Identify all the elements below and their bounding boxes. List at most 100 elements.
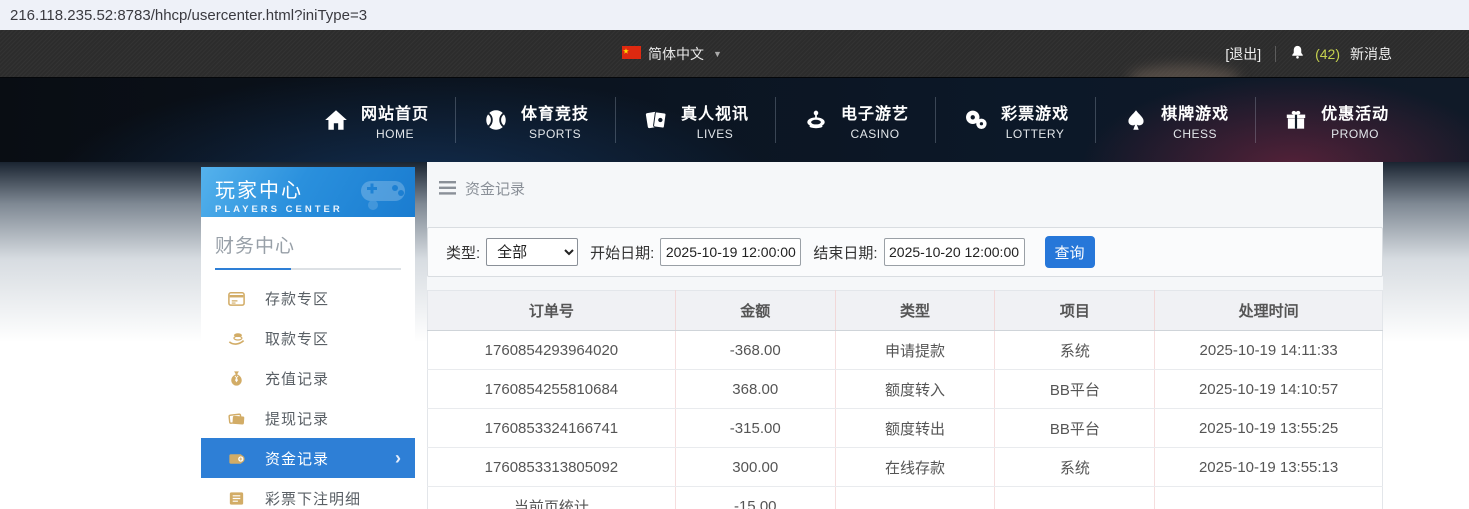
- end-date-label: 结束日期:: [813, 244, 878, 262]
- nav-item-title: 彩票游戏: [1001, 105, 1070, 123]
- chevron-right-icon: ›: [395, 448, 401, 468]
- sidebar-header: 玩家中心 PLAYERS CENTER: [201, 167, 415, 217]
- sidebar-item[interactable]: 取款专区: [201, 318, 415, 358]
- start-date-input[interactable]: [660, 238, 802, 266]
- nav-item-subtitle: LIVES: [696, 126, 734, 141]
- deposit-zone-icon: [227, 289, 247, 308]
- table-cell: 1760853324166741: [427, 408, 676, 448]
- hamburger-icon[interactable]: [439, 181, 456, 195]
- start-date-label: 开始日期:: [590, 244, 655, 262]
- sidebar-item-label: 取款专区: [265, 330, 330, 348]
- language-selector[interactable]: 简体中文 ▼: [622, 30, 722, 77]
- table-cell: [835, 486, 996, 509]
- table-cell: 300.00: [675, 447, 836, 487]
- sidebar-section-title: 财务中心: [215, 236, 296, 257]
- sidebar-item[interactable]: 充值记录: [201, 358, 415, 398]
- funds-record-icon: [227, 449, 247, 468]
- bell-icon[interactable]: [1290, 44, 1305, 63]
- table-header-row: 订单号 金额 类型 项目 处理时间: [427, 290, 1383, 331]
- table-header-cell: 金额: [675, 290, 836, 331]
- table-cell: 2025-10-19 13:55:13: [1154, 447, 1383, 487]
- table-cell: 2025-10-19 14:10:57: [1154, 369, 1383, 409]
- table-cell: 在线存款: [835, 447, 996, 487]
- topbar: 简体中文 ▼ [退出] (42) 新消息: [0, 30, 1469, 91]
- main-nav: 网站首页 HOME 体育竞技 SPORTS 真人视讯 LIVES 电子游艺 CASINO 彩票游…: [296, 78, 1416, 162]
- table-row: 1760854255810684 368.00 额度转入 BB平台 2025-10-19…: [427, 369, 1383, 409]
- message-count[interactable]: (42): [1315, 46, 1340, 62]
- table-row: 1760853313805092 300.00 在线存款 系统 2025-10-19 1…: [427, 447, 1383, 487]
- table-cell: BB平台: [994, 369, 1156, 409]
- type-select[interactable]: 全部: [486, 238, 579, 266]
- sidebar-item-active[interactable]: 资金记录 ›: [201, 438, 415, 478]
- withdraw-record-icon: [227, 409, 247, 428]
- nav-item-title: 网站首页: [361, 105, 430, 123]
- sidebar-item-label: 充值记录: [265, 370, 330, 388]
- table-cell: 2025-10-19 14:11:33: [1154, 330, 1383, 370]
- table-cell: -315.00: [675, 408, 836, 448]
- sidebar-item[interactable]: 彩票下注明细: [201, 478, 415, 509]
- funds-table: 订单号 金额 类型 项目 处理时间 1760854293964020 -368.00 申请提…: [427, 290, 1383, 509]
- table-header-cell: 类型: [835, 290, 996, 331]
- sidebar-section: 财务中心: [201, 217, 415, 270]
- sidebar-item-label: 彩票下注明细: [265, 490, 362, 508]
- nav-item-subtitle: CHESS: [1173, 126, 1217, 141]
- table-cell: 1760854293964020: [427, 330, 676, 370]
- breadcrumb: 资金记录: [427, 162, 1383, 214]
- nav-item-promo[interactable]: 优惠活动 PROMO: [1256, 100, 1416, 141]
- table-header-cell: 处理时间: [1154, 290, 1383, 331]
- gamepad-icon: [357, 171, 409, 216]
- promo-icon: [1283, 107, 1309, 133]
- home-icon: [323, 107, 349, 133]
- table-header-cell: 项目: [994, 290, 1156, 331]
- page-body: 玩家中心 PLAYERS CENTER 财务中心 存款专区取款专区充值记录提现记…: [0, 162, 1469, 509]
- page-url[interactable]: 216.118.235.52:8783/hhcp/usercenter.html…: [10, 7, 367, 24]
- table-cell: 系统: [994, 447, 1156, 487]
- chevron-down-icon: ▼: [713, 48, 722, 59]
- lottery-detail-icon: [227, 489, 247, 508]
- nav-item-title: 体育竞技: [521, 105, 590, 123]
- table-cell: 申请提款: [835, 330, 996, 370]
- nav-item-lottery[interactable]: 彩票游戏 LOTTERY: [936, 100, 1096, 141]
- table-body: 1760854293964020 -368.00 申请提款 系统 2025-10-19 …: [427, 330, 1383, 509]
- table-cell: [1154, 486, 1383, 509]
- table-row: 1760853324166741 -315.00 额度转出 BB平台 2025-10-1…: [427, 408, 1383, 448]
- nav-item-subtitle: SPORTS: [528, 126, 582, 141]
- withdraw-zone-icon: [227, 329, 247, 348]
- lottery-icon: [963, 107, 989, 133]
- china-flag-icon: [622, 45, 641, 62]
- nav-item-home[interactable]: 网站首页 HOME: [296, 100, 456, 141]
- new-messages-link[interactable]: 新消息: [1350, 44, 1392, 64]
- casino-icon: [803, 107, 829, 133]
- nav-item-subtitle: LOTTERY: [1005, 126, 1065, 141]
- recharge-record-icon: [227, 369, 247, 388]
- table-cell: -368.00: [675, 330, 836, 370]
- type-label: 类型:: [446, 244, 481, 262]
- sidebar-item[interactable]: 提现记录: [201, 398, 415, 438]
- table-cell: [994, 486, 1156, 509]
- nav-item-title: 电子游艺: [841, 105, 910, 123]
- section-underline: [215, 268, 401, 270]
- table-header-cell: 订单号: [427, 290, 676, 331]
- nav-item-chess[interactable]: 棋牌游戏 CHESS: [1096, 100, 1256, 141]
- divider: [1275, 45, 1277, 62]
- table-cell: BB平台: [994, 408, 1156, 448]
- nav-item-sports[interactable]: 体育竞技 SPORTS: [456, 100, 616, 141]
- filter-bar: 类型: 全部 开始日期: 结束日期: 查询: [427, 227, 1383, 277]
- main-nav-bar: 网站首页 HOME 体育竞技 SPORTS 真人视讯 LIVES 电子游艺 CASINO 彩票游…: [0, 77, 1469, 162]
- sidebar-item[interactable]: 存款专区: [201, 278, 415, 318]
- nav-item-subtitle: CASINO: [850, 126, 900, 141]
- nav-item-lives[interactable]: 真人视讯 LIVES: [616, 100, 776, 141]
- chess-icon: [1123, 107, 1149, 133]
- table-cell: 1760853313805092: [427, 447, 676, 487]
- table-cell: 额度转入: [835, 369, 996, 409]
- logout-button[interactable]: [退出]: [1225, 44, 1261, 64]
- nav-item-title: 优惠活动: [1321, 105, 1390, 123]
- address-bar[interactable]: 216.118.235.52:8783/hhcp/usercenter.html…: [0, 0, 1469, 30]
- table-cell: 368.00: [675, 369, 836, 409]
- end-date-input[interactable]: [883, 238, 1025, 266]
- table-row: 当前页统计 -15.00: [427, 486, 1383, 509]
- query-button[interactable]: 查询: [1044, 236, 1095, 268]
- sidebar: 玩家中心 PLAYERS CENTER 财务中心 存款专区取款专区充值记录提现记…: [201, 167, 415, 509]
- nav-item-subtitle: PROMO: [1331, 126, 1380, 141]
- nav-item-casino[interactable]: 电子游艺 CASINO: [776, 100, 936, 141]
